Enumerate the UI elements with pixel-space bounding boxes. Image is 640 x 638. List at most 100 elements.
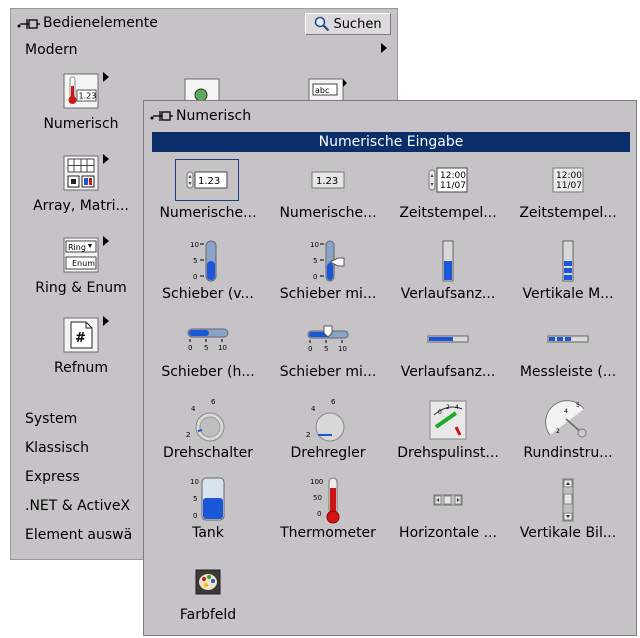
string-icon: abc bbox=[308, 78, 347, 101]
boolean-icon bbox=[184, 78, 220, 101]
item-label: Farbfeld bbox=[179, 607, 237, 623]
svg-text:5: 5 bbox=[193, 495, 197, 503]
item-label: Schieber (h... bbox=[161, 364, 255, 380]
svg-text:2: 2 bbox=[446, 404, 450, 411]
svg-text:11/07: 11/07 bbox=[440, 181, 466, 191]
array-matrix-icon bbox=[62, 154, 109, 192]
palette-item-timestamp-indicator[interactable]: 12:00 11/07 Zeitstempel... bbox=[508, 155, 628, 221]
subcategory-system[interactable]: System bbox=[25, 411, 77, 427]
palette-item-label: Array, Matri... bbox=[33, 198, 129, 214]
vertical-slide-icon: 10 5 0 bbox=[148, 236, 268, 286]
palette-item-horizontal-progress-bar[interactable]: Verlaufsanz... bbox=[388, 314, 508, 380]
dial-icon: 4 6 2 bbox=[268, 395, 388, 445]
palette-item-timestamp-control[interactable]: 12:00 11/07 Zeitstempel... bbox=[388, 155, 508, 221]
palette-item-label: Refnum bbox=[53, 360, 109, 376]
palette-item-horizontal-pointer-slide[interactable]: 0 5 10 Schieber mi... bbox=[268, 314, 388, 380]
svg-text:4: 4 bbox=[191, 405, 196, 413]
palette-item-refnum[interactable]: # Refnum bbox=[26, 316, 136, 376]
numeric-thermometer-icon: 1.23 bbox=[62, 72, 109, 110]
palette-item-vertical-progress-bar[interactable]: Verlaufsanz... bbox=[388, 236, 508, 302]
item-label: Tank bbox=[192, 525, 224, 541]
palette-item-gauge[interactable]: 2 4 5 Rundinstru... bbox=[508, 395, 628, 461]
knob-icon: 4 6 2 bbox=[148, 395, 268, 445]
svg-text:1.23: 1.23 bbox=[316, 176, 338, 187]
item-label: Drehspulinst... bbox=[397, 445, 499, 461]
svg-text:12:00: 12:00 bbox=[440, 171, 466, 181]
thermometer-icon: 100 50 0 bbox=[268, 475, 388, 525]
vertical-scrollbar-icon bbox=[508, 475, 628, 525]
svg-text:4: 4 bbox=[564, 408, 568, 415]
subcategory-express[interactable]: Express bbox=[25, 469, 80, 485]
svg-text:5: 5 bbox=[313, 257, 317, 265]
search-icon bbox=[315, 16, 330, 32]
svg-text:abc: abc bbox=[315, 86, 329, 95]
timestamp-control-icon: 12:00 11/07 bbox=[388, 155, 508, 205]
palette-item-vertical-slide[interactable]: 10 5 0 Schieber (v... bbox=[148, 236, 268, 302]
svg-text:11/07: 11/07 bbox=[556, 181, 582, 191]
palette-title-bar[interactable]: Numerisch bbox=[144, 101, 636, 131]
svg-text:0: 0 bbox=[193, 273, 197, 281]
item-label: Verlaufsanz... bbox=[400, 364, 496, 380]
timestamp-indicator-icon: 12:00 11/07 bbox=[508, 155, 628, 205]
palette-title-bar[interactable]: Bedienelemente Suchen bbox=[11, 9, 397, 39]
svg-text:0: 0 bbox=[313, 273, 317, 281]
numeric-palette: Numerisch Numerische Eingabe 1.23 Numeri… bbox=[143, 100, 637, 636]
svg-text:10: 10 bbox=[190, 241, 199, 249]
palette-item-knob[interactable]: 4 6 2 Drehschalter bbox=[148, 395, 268, 461]
palette-item-thermometer[interactable]: 100 50 0 Thermometer bbox=[268, 475, 388, 541]
section-header: Numerische Eingabe bbox=[152, 132, 630, 152]
palette-item-dial[interactable]: 4 6 2 Drehregler bbox=[268, 395, 388, 461]
item-label: Rundinstru... bbox=[523, 445, 613, 461]
search-button[interactable]: Suchen bbox=[305, 13, 391, 35]
category-label: Modern bbox=[25, 42, 78, 58]
subcategory-element-auswaehlen[interactable]: Element auswä bbox=[25, 527, 132, 543]
palette-title: Numerisch bbox=[176, 108, 252, 124]
svg-text:50: 50 bbox=[313, 494, 322, 502]
search-button-label: Suchen bbox=[333, 16, 382, 32]
numeric-indicator-icon: 1.23 bbox=[268, 155, 388, 205]
palette-item-numerisch[interactable]: 1.23 Numerisch bbox=[26, 72, 136, 132]
svg-text:2: 2 bbox=[556, 428, 560, 435]
item-label: Zeitstempel... bbox=[519, 205, 617, 221]
svg-text:0: 0 bbox=[308, 345, 312, 353]
palette-item-ring-enum[interactable]: Ring Enum Ring & Enum bbox=[26, 236, 136, 296]
svg-text:5: 5 bbox=[204, 344, 208, 352]
item-label: Horizontale ... bbox=[399, 525, 497, 541]
svg-text:12:00: 12:00 bbox=[556, 171, 582, 181]
category-modern[interactable]: Modern bbox=[11, 39, 397, 61]
svg-text:Ring: Ring bbox=[68, 243, 86, 252]
subcategory-klassisch[interactable]: Klassisch bbox=[25, 440, 89, 456]
palette-item-color-box[interactable]: Farbfeld bbox=[148, 557, 268, 623]
vertical-pointer-slide-icon: 10 5 0 bbox=[268, 236, 388, 286]
svg-text:2: 2 bbox=[306, 431, 310, 439]
svg-text:6: 6 bbox=[211, 398, 216, 406]
palette-item-horizontal-scrollbar[interactable]: Horizontale ... bbox=[388, 475, 508, 541]
item-label: Numerische... bbox=[159, 205, 257, 221]
palette-item-vertical-graduated-bar[interactable]: Vertikale M... bbox=[508, 236, 628, 302]
tank-icon: 10 5 0 bbox=[148, 475, 268, 525]
horizontal-progress-bar-icon bbox=[388, 314, 508, 364]
item-label: Messleiste (... bbox=[519, 364, 617, 380]
palette-item-horizontal-graduated-bar[interactable]: Messleiste (... bbox=[508, 314, 628, 380]
pin-icon[interactable] bbox=[150, 109, 174, 123]
pin-icon[interactable] bbox=[17, 17, 41, 31]
palette-item-numeric-indicator[interactable]: 1.23 Numerische... bbox=[268, 155, 388, 221]
subcategory-dotnet-activex[interactable]: .NET & ActiveX bbox=[25, 498, 130, 514]
svg-text:Enum: Enum bbox=[72, 259, 95, 268]
horizontal-pointer-slide-icon: 0 5 10 bbox=[268, 314, 388, 364]
svg-text:1.23: 1.23 bbox=[198, 176, 220, 187]
palette-item-vertical-scrollbar[interactable]: Vertikale Bil... bbox=[508, 475, 628, 541]
palette-item-vertical-pointer-slide[interactable]: 10 5 0 Schieber mi... bbox=[268, 236, 388, 302]
palette-item-array[interactable]: Array, Matri... bbox=[26, 154, 136, 214]
palette-item-tank[interactable]: 10 5 0 Tank bbox=[148, 475, 268, 541]
horizontal-slide-icon: 0 5 10 bbox=[148, 314, 268, 364]
numeric-control-icon: 1.23 bbox=[148, 155, 268, 205]
item-label: Schieber mi... bbox=[279, 286, 377, 302]
svg-text:10: 10 bbox=[338, 345, 347, 353]
palette-item-numeric-control[interactable]: 1.23 Numerische... bbox=[148, 155, 268, 221]
item-label: Vertikale M... bbox=[522, 286, 614, 302]
item-label: Drehregler bbox=[290, 445, 366, 461]
svg-text:10: 10 bbox=[190, 478, 199, 486]
palette-item-meter[interactable]: 0 2 4 Drehspulinst... bbox=[388, 395, 508, 461]
palette-item-horizontal-slide[interactable]: 0 5 10 Schieber (h... bbox=[148, 314, 268, 380]
